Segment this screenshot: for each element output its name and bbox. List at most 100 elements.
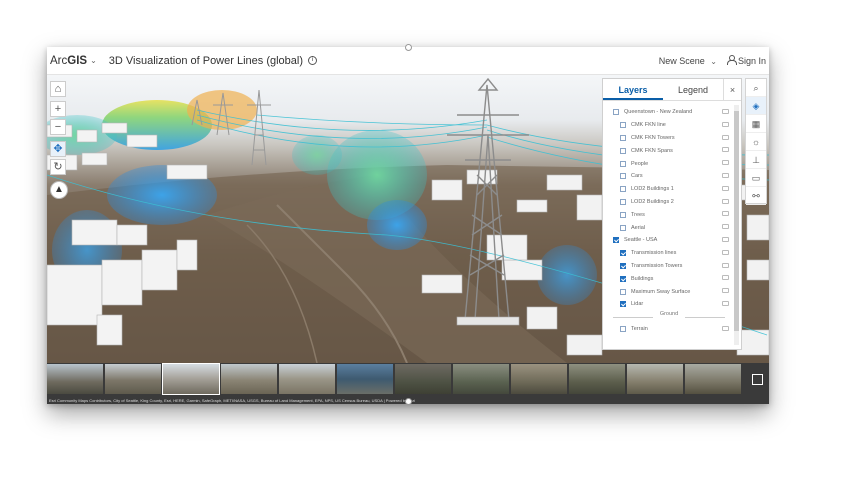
home-icon[interactable]: ⌂ [50, 81, 66, 97]
chevron-down-icon[interactable]: ⌄ [90, 56, 97, 65]
visibility-icon[interactable] [722, 262, 729, 268]
checkbox[interactable] [620, 224, 626, 231]
visibility-icon[interactable] [722, 236, 729, 242]
bottom-resize-handle[interactable] [405, 398, 412, 405]
visibility-icon[interactable] [722, 160, 729, 166]
close-icon[interactable]: × [723, 79, 741, 100]
search-icon[interactable]: ⌕ [746, 79, 766, 97]
visibility-icon[interactable] [722, 198, 729, 204]
slide-thumbnail[interactable] [395, 364, 451, 394]
sign-in-link[interactable]: Sign In [726, 55, 766, 66]
right-toolbar: ⌕ ◈ ▦ ☼ ⊥ ▭ ⚯ [745, 78, 767, 205]
basemap-icon[interactable]: ▦ [746, 115, 766, 133]
scrollbar-thumb[interactable] [734, 111, 739, 331]
panel-tabs: Layers Legend × [603, 79, 741, 101]
slide-thumbnail[interactable] [569, 364, 625, 394]
slide-thumbnail[interactable] [627, 364, 683, 394]
visibility-icon[interactable] [722, 300, 729, 306]
checkbox[interactable] [620, 134, 626, 141]
tab-layers[interactable]: Layers [603, 79, 663, 100]
layer-item[interactable]: CMK FKN Towers [603, 132, 735, 145]
layer-group-seattle[interactable]: Seattle - USA [603, 234, 735, 247]
checkbox[interactable] [613, 109, 619, 116]
visibility-icon[interactable] [722, 275, 729, 281]
visibility-icon[interactable] [722, 109, 729, 114]
panel-scrollbar[interactable] [734, 105, 739, 345]
layer-item[interactable]: Cars [603, 170, 735, 183]
checkbox[interactable] [620, 147, 626, 154]
layer-item[interactable]: Trees [603, 208, 735, 221]
info-icon[interactable]: i [308, 56, 318, 65]
top-resize-handle[interactable] [405, 44, 412, 51]
scene-title: 3D Visualization of Power Lines (global) [108, 54, 304, 67]
slide-thumbnail[interactable] [221, 364, 277, 394]
new-scene-menu[interactable]: New Scene ⌄ [659, 56, 717, 66]
layer-item[interactable]: Aerial [603, 221, 735, 234]
checkbox[interactable] [620, 160, 626, 167]
rotate-icon[interactable]: ↻ [50, 159, 66, 175]
layer-item[interactable]: Transmission Towers [603, 260, 735, 273]
slide-thumbnail[interactable] [105, 364, 161, 394]
ground-divider: Ground [603, 311, 735, 323]
layer-item[interactable]: Lidar [603, 298, 735, 311]
visibility-icon[interactable] [722, 147, 729, 153]
layer-list-panel: Layers Legend × Queenstown - New Zealand… [602, 78, 742, 350]
slide-thumbnail[interactable] [279, 364, 335, 394]
visibility-icon[interactable] [722, 224, 729, 230]
slide-thumbnail[interactable] [162, 363, 220, 395]
visibility-icon[interactable] [722, 121, 729, 127]
pan-icon[interactable]: ✥ [50, 141, 66, 157]
visibility-icon[interactable] [722, 249, 729, 255]
layer-item[interactable]: Transmission lines [603, 247, 735, 260]
visibility-icon[interactable] [722, 172, 729, 178]
attribution-text: Esri Community Maps Contributors, City o… [49, 398, 415, 403]
checkbox[interactable] [620, 173, 626, 180]
share-icon[interactable]: ⚯ [746, 187, 766, 205]
visibility-icon[interactable] [722, 288, 729, 294]
visibility-icon[interactable] [722, 185, 729, 191]
user-icon [726, 55, 737, 65]
slides-icon[interactable]: ▭ [746, 169, 766, 187]
layer-list: Queenstown - New Zealand CMK FKN line CM… [603, 106, 735, 336]
checkbox[interactable] [620, 301, 626, 308]
slide-thumbnail[interactable] [511, 364, 567, 394]
chevron-down-icon: ⌄ [710, 56, 717, 66]
app-window: ArcGIS ⌄ 3D Visualization of Power Lines… [47, 47, 769, 404]
checkbox[interactable] [620, 186, 626, 193]
checkbox[interactable] [620, 326, 626, 333]
slide-thumbnail[interactable] [685, 364, 741, 394]
app-header: ArcGIS ⌄ 3D Visualization of Power Lines… [47, 47, 769, 75]
measure-icon[interactable]: ⊥ [746, 151, 766, 169]
compass-icon[interactable]: ▲ [50, 181, 68, 199]
layer-item[interactable]: LOD2 Buildings 1 [603, 183, 735, 196]
layer-item[interactable]: CMK FKN line [603, 119, 735, 132]
visibility-icon[interactable] [722, 325, 729, 331]
checkbox[interactable] [620, 262, 626, 269]
visibility-icon[interactable] [722, 211, 729, 217]
layers-icon[interactable]: ◈ [746, 97, 766, 115]
layer-item[interactable]: Terrain [603, 323, 735, 336]
checkbox[interactable] [613, 237, 619, 244]
slide-thumbnail[interactable] [47, 364, 103, 394]
layer-item[interactable]: Maximum Sway Surface [603, 285, 735, 298]
checkbox[interactable] [620, 275, 626, 282]
arcgis-logo[interactable]: ArcGIS [50, 55, 87, 67]
checkbox[interactable] [620, 250, 626, 257]
fullscreen-icon[interactable]: ⛶ [752, 374, 763, 385]
layer-item[interactable]: CMK FKN Spans [603, 144, 735, 157]
daylight-icon[interactable]: ☼ [746, 133, 766, 151]
tab-legend[interactable]: Legend [663, 79, 723, 100]
checkbox[interactable] [620, 288, 626, 295]
slide-thumbnail[interactable] [337, 364, 393, 394]
checkbox[interactable] [620, 198, 626, 205]
layer-item[interactable]: Buildings [603, 272, 735, 285]
checkbox[interactable] [620, 211, 626, 218]
checkbox[interactable] [620, 122, 626, 129]
slide-thumbnail[interactable] [453, 364, 509, 394]
zoom-out-icon[interactable]: − [50, 119, 66, 135]
layer-item[interactable]: People [603, 157, 735, 170]
visibility-icon[interactable] [722, 134, 729, 140]
layer-item[interactable]: LOD2 Buildings 2 [603, 196, 735, 209]
layer-group-queenstown[interactable]: Queenstown - New Zealand [603, 106, 735, 119]
zoom-in-icon[interactable]: + [50, 101, 66, 117]
